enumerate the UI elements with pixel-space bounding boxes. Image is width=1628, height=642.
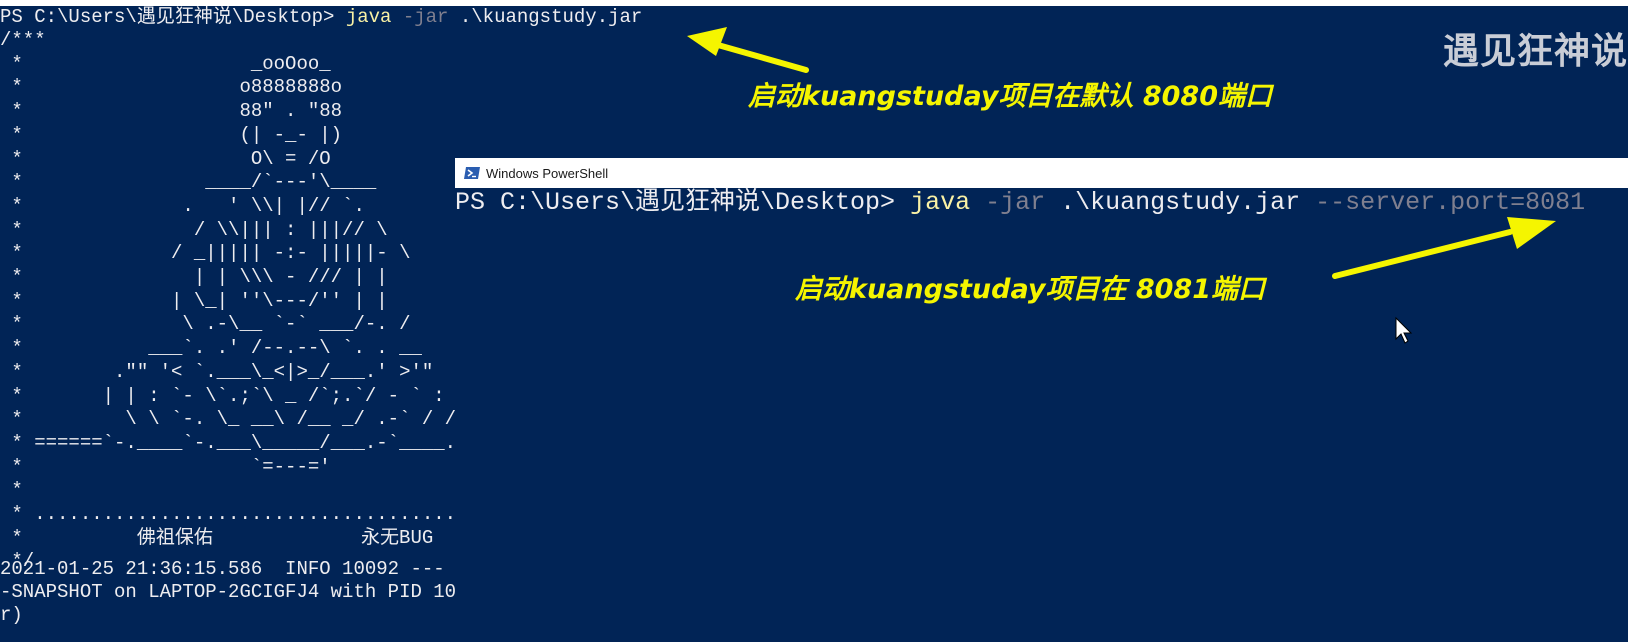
banner-line: * `=---=' [0, 455, 331, 478]
banner-line: * / _||||| -:- |||||- \ [0, 242, 411, 265]
watermark: 遇见狂神说 [1442, 31, 1628, 72]
back-prompt: PS C:\Users\遇见狂神说\Desktop> [0, 6, 346, 28]
banner-line: * | \_| ''\---/'' | | [0, 289, 388, 312]
banner-line: * . ' \\| |// `. [0, 194, 365, 217]
window-title: Windows PowerShell [486, 165, 609, 181]
banner-line: * 佛祖保佑 永无BUG [0, 526, 434, 549]
banner-line: * / \\||| : |||// \ [0, 218, 388, 241]
banner-line: * | | : `- \`.;`\ _ /`;.`/ - ` : | | [0, 384, 491, 407]
ps-jar-arg: .\kuangstudy.jar [1045, 188, 1301, 217]
banner-line: * ."" '< `.___\_<|>_/___.' >'" [0, 360, 434, 383]
window-titlebar[interactable]: Windows PowerShell [455, 158, 1628, 188]
banner-line: * \ .-\__ `-` ___/-. / [0, 313, 411, 336]
banner-line: * | | \\\ - /// | | [0, 266, 388, 288]
banner-line: * _ooOoo_ [0, 52, 331, 75]
banner-line: * [0, 479, 23, 502]
back-jar-arg: .\kuangstudy.jar [448, 6, 643, 28]
banner-line: * O\ = /O [0, 147, 331, 170]
powershell-window[interactable]: Windows PowerShell PS C:\Users\遇见狂神说\Des… [455, 158, 1628, 642]
banner-line: * (| -_- |) [0, 123, 343, 146]
banner-line: * \ \ `-. \_ __\ /__ _/ .-` / / [0, 408, 457, 431]
log-line: -SNAPSHOT on LAPTOP-2GCIGFJ4 with PID 10… [0, 581, 491, 603]
ps-prompt: PS C:\Users\遇见狂神说\Desktop> [455, 188, 911, 217]
back-command: java [345, 6, 392, 28]
annotation-default-port: 启动kuangstuday项目在默认 8080端口 [748, 81, 1273, 112]
annotation-custom-port: 启动kuangstuday项目在 8081端口 [795, 274, 1266, 305]
banner-line: * 88" . "88 [0, 100, 343, 123]
ps-command-line: PS C:\Users\遇见狂神说\Desktop> java -jar .\k… [455, 188, 1585, 218]
ps-port-param: --server.port=8081 [1300, 188, 1586, 217]
ps-flag: -jar [970, 188, 1046, 217]
banner-line: /*** [0, 29, 46, 51]
banner-line: * ____/`---'\____ [0, 171, 377, 194]
back-flag: -jar [391, 6, 449, 28]
banner-line: * ___`. .' /--.--\ `. . __ [0, 337, 422, 360]
log-line: r) [0, 604, 23, 626]
back-command-line: PS C:\Users\遇见狂神说\Desktop> java -jar .\k… [0, 6, 642, 29]
powershell-icon [464, 167, 480, 179]
ps-command: java [910, 188, 971, 217]
banner-line: * o8888888o [0, 76, 343, 99]
